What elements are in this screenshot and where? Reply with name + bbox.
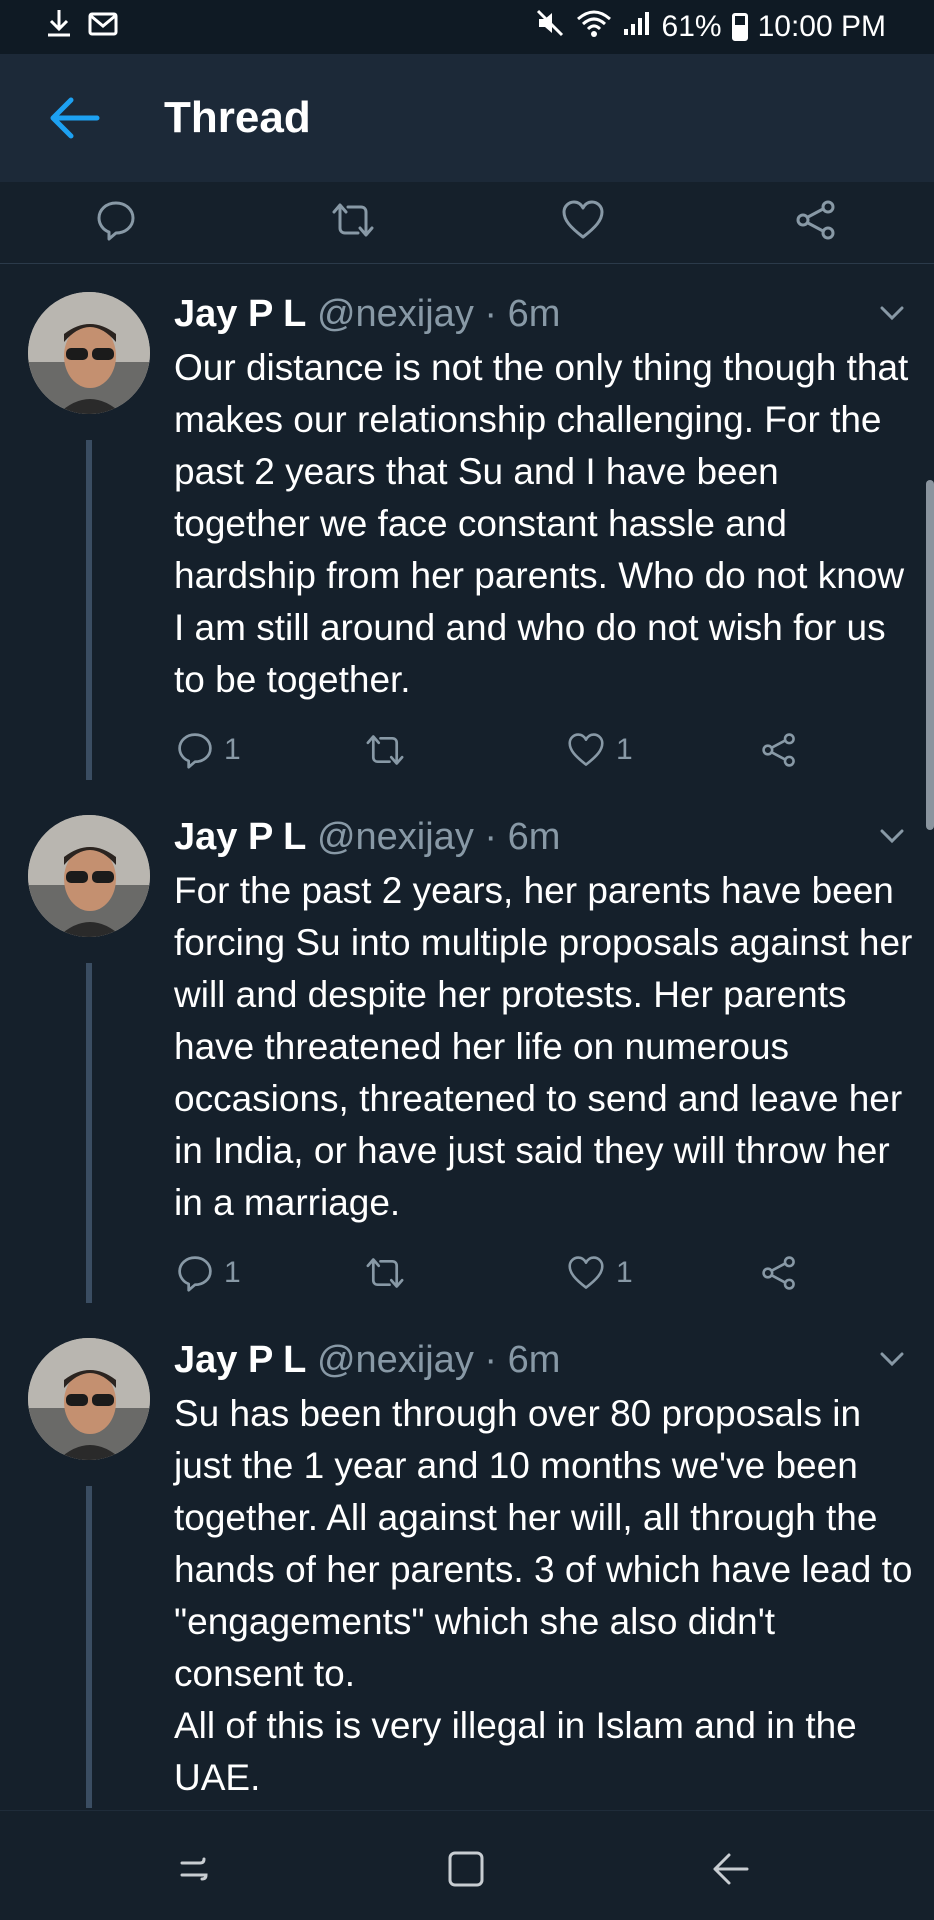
recent-apps-button[interactable] [164, 1839, 224, 1899]
heart-icon [562, 200, 604, 239]
status-left [46, 8, 118, 46]
username[interactable]: @nexijay [317, 1339, 474, 1381]
thread-line [86, 1486, 92, 1808]
separator-dot: · [484, 293, 498, 335]
tweet-menu-button[interactable] [872, 1344, 912, 1374]
display-name[interactable]: Jay P L [174, 816, 306, 858]
tweet-text: Su has been through over 80 proposals in… [174, 1388, 914, 1804]
avatar-photo [28, 292, 150, 414]
status-right: 61% 10:00 PM [536, 9, 886, 45]
tweet-actions: 1 1 [0, 1243, 934, 1303]
battery-percent: 61% [661, 10, 722, 43]
reply-icon [178, 1256, 212, 1292]
chevron-down-icon [880, 306, 904, 321]
tweet[interactable]: Jay P L @nexijay · 6m Our distance is no… [0, 292, 934, 780]
reply-button[interactable] [86, 190, 146, 250]
retweet-button[interactable] [323, 190, 383, 250]
tweet-text: Our distance is not the only thing thoug… [174, 347, 909, 700]
reply-button[interactable]: 1 [176, 1243, 241, 1303]
share-button[interactable] [760, 1243, 798, 1303]
system-nav-bar [0, 1810, 934, 1920]
timestamp[interactable]: 6m [508, 816, 561, 858]
clock: 10:00 PM [757, 10, 886, 43]
tweet-header: Jay P L @nexijay · 6m [174, 1338, 560, 1382]
tweet-header: Jay P L @nexijay · 6m [174, 815, 560, 859]
timestamp[interactable]: 6m [508, 293, 561, 335]
display-name[interactable]: Jay P L [174, 1339, 306, 1381]
home-button[interactable] [436, 1839, 496, 1899]
heart-icon [568, 733, 604, 766]
status-bar: 61% 10:00 PM [0, 0, 934, 54]
avatar[interactable] [28, 292, 150, 414]
timestamp[interactable]: 6m [508, 1339, 561, 1381]
like-count: 1 [616, 733, 633, 766]
tweet[interactable]: Jay P L @nexijay · 6m For the past 2 yea… [0, 815, 934, 1303]
app-header: Thread [0, 54, 934, 182]
battery-icon [731, 13, 748, 41]
share-icon [762, 1256, 795, 1290]
back-arrow-icon [50, 97, 100, 139]
back-button[interactable] [34, 78, 114, 158]
signal-icon [622, 9, 652, 45]
separator-dot: · [484, 816, 498, 858]
tweet-header: Jay P L @nexijay · 6m [174, 292, 560, 336]
share-icon [796, 200, 835, 240]
retweet-icon [332, 203, 374, 237]
username[interactable]: @nexijay [317, 293, 474, 335]
share-button[interactable] [760, 720, 798, 780]
avatar-photo [28, 1338, 150, 1460]
tweet-text: For the past 2 years, her parents have b… [174, 870, 913, 1223]
retweet-icon [366, 735, 404, 765]
reply-count: 1 [224, 733, 241, 766]
like-count: 1 [616, 1256, 633, 1289]
reply-icon [97, 201, 135, 241]
recent-apps-icon [180, 1857, 208, 1881]
like-button[interactable]: 1 [566, 720, 633, 780]
gmail-icon [88, 10, 118, 44]
tweet-actions: 1 1 [0, 720, 934, 780]
scrollbar[interactable] [926, 480, 934, 830]
share-icon [762, 733, 795, 767]
reply-count: 1 [224, 1256, 241, 1289]
mute-icon [536, 9, 566, 45]
tweet-menu-button[interactable] [872, 821, 912, 851]
wifi-icon [576, 9, 612, 45]
heart-icon [568, 1256, 604, 1289]
avatar[interactable] [28, 1338, 150, 1460]
like-button[interactable] [553, 190, 613, 250]
reply-icon [178, 733, 212, 769]
chevron-down-icon [880, 829, 904, 844]
tweet[interactable]: Jay P L @nexijay · 6m Su has been throug… [0, 1338, 934, 1808]
avatar[interactable] [28, 815, 150, 937]
display-name[interactable]: Jay P L [174, 293, 306, 335]
retweet-button[interactable] [364, 720, 406, 780]
retweet-icon [366, 1258, 404, 1288]
tweet-text-paragraph: All of this is very illegal in Islam and… [174, 1705, 857, 1798]
separator-dot: · [484, 1339, 498, 1381]
reply-button[interactable]: 1 [176, 720, 241, 780]
back-icon [713, 1853, 749, 1885]
username[interactable]: @nexijay [317, 816, 474, 858]
tweet-menu-button[interactable] [872, 298, 912, 328]
share-button[interactable] [786, 190, 846, 250]
home-icon [448, 1851, 484, 1887]
tweet-text-paragraph: Su has been through over 80 proposals in… [174, 1393, 913, 1694]
retweet-button[interactable] [364, 1243, 406, 1303]
like-button[interactable]: 1 [566, 1243, 633, 1303]
download-icon [46, 8, 72, 46]
previous-tweet-actions [0, 182, 934, 264]
page-title: Thread [164, 93, 311, 142]
system-back-button[interactable] [700, 1839, 760, 1899]
chevron-down-icon [880, 1352, 904, 1367]
avatar-photo [28, 815, 150, 937]
